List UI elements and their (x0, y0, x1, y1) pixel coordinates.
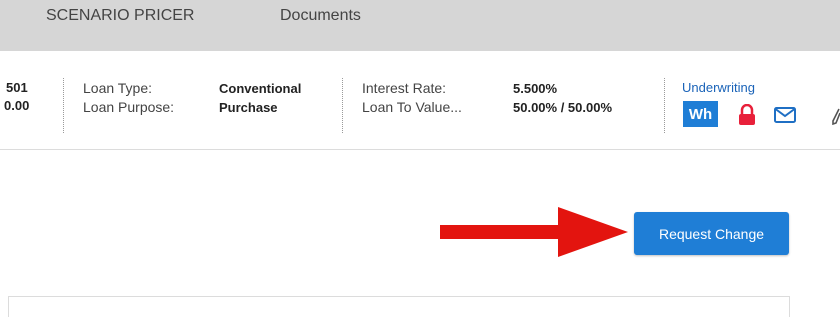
summary-divider (342, 78, 343, 133)
request-change-button[interactable]: Request Change (634, 212, 789, 255)
ltv-value: 50.00% / 50.00% (513, 100, 613, 115)
tab-documents[interactable]: Documents (280, 7, 361, 25)
content-panel (8, 296, 790, 317)
interest-rate-value: 5.500% (513, 81, 558, 96)
summary-partial-value-bottom: 0.00 (4, 98, 30, 113)
edit-icon[interactable] (832, 107, 840, 130)
summary-divider (664, 78, 665, 133)
ltv-label: Loan To Value... (362, 99, 462, 115)
wh-badge[interactable]: Wh (683, 101, 718, 127)
loan-purpose-label: Loan Purpose: (83, 99, 175, 115)
tab-scenario-pricer[interactable]: SCENARIO PRICER (46, 7, 194, 25)
mail-icon[interactable] (774, 107, 796, 128)
summary-partial-value-top: 501 (6, 80, 28, 95)
loan-type-label: Loan Type: (83, 80, 153, 96)
loan-type-value: Conventional (219, 81, 302, 96)
summary-divider (63, 78, 64, 133)
interest-rate-label: Interest Rate: (362, 80, 447, 96)
pointer-arrow (440, 207, 628, 257)
underwriting-link[interactable]: Underwriting (682, 80, 755, 95)
lock-icon[interactable] (738, 103, 756, 131)
top-nav: SCENARIO PRICER Documents (0, 0, 840, 51)
loan-purpose-value: Purchase (219, 100, 278, 115)
